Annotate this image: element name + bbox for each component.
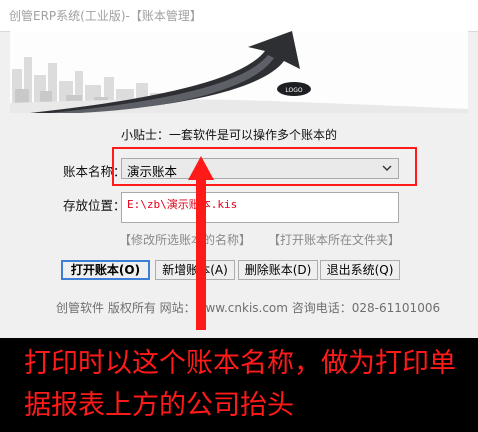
annotation-caption: 打印时以这个账本名称，做为打印单据报表上方的公司抬头 [24,348,456,421]
